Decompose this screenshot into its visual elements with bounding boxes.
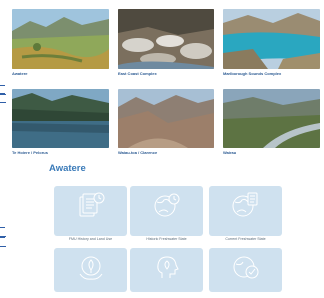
card-east-coast-complex[interactable]: East Coast Complex xyxy=(118,9,214,76)
tile-head-leaf[interactable] xyxy=(130,248,203,292)
card-title: Te Hoiere / Pelorus xyxy=(12,150,48,155)
tile-hands-leaf[interactable] xyxy=(54,248,127,292)
awatere-landscape-image xyxy=(12,9,109,69)
marlborough-sounds-landscape-image xyxy=(223,9,320,69)
card-wairau[interactable]: Wairau xyxy=(223,89,320,155)
tile-globe-check[interactable] xyxy=(209,248,282,292)
card-marlborough-sounds-complex[interactable]: Marlborough Sounds Complex xyxy=(223,9,320,76)
te-hoiere-landscape-image xyxy=(12,89,109,148)
left-edge-link-4[interactable] xyxy=(0,236,6,247)
globe-check-icon xyxy=(233,256,259,279)
tile-fmu-history[interactable]: FMU History and Land Use xyxy=(54,186,127,241)
documents-clock-icon xyxy=(79,192,105,217)
card-title: Awatere xyxy=(12,71,28,76)
card-te-hoiere-pelorus[interactable]: Te Hoiere / Pelorus xyxy=(12,89,109,155)
section-title: Awatere xyxy=(49,163,86,174)
wairau-landscape-image xyxy=(223,89,320,148)
tile-historic-freshwater-state[interactable]: Historic Freshwater State xyxy=(130,186,203,241)
globe-checklist-icon xyxy=(232,192,258,217)
card-awatere[interactable]: Awatere xyxy=(12,9,109,76)
card-waiau-toa-clarence[interactable]: Waiau-toa / Clarence xyxy=(118,89,214,155)
tile-label: Historic Freshwater State xyxy=(146,237,187,241)
tile-current-freshwater-state[interactable]: Current Freshwater State xyxy=(209,186,282,241)
waiau-toa-landscape-image xyxy=(118,89,214,148)
card-title: Waiau-toa / Clarence xyxy=(118,150,158,155)
hands-leaf-icon xyxy=(79,256,103,280)
globe-clock-icon xyxy=(154,193,180,217)
head-leaf-icon xyxy=(157,256,179,278)
left-edge-link-2[interactable] xyxy=(0,92,6,103)
card-title: East Coast Complex xyxy=(118,71,157,76)
tile-label: FMU History and Land Use xyxy=(68,237,113,241)
tile-label: Current Freshwater State xyxy=(225,237,266,241)
card-title: Wairau xyxy=(223,150,237,155)
east-coast-landscape-image xyxy=(118,9,214,69)
card-title: Marlborough Sounds Complex xyxy=(223,71,282,76)
